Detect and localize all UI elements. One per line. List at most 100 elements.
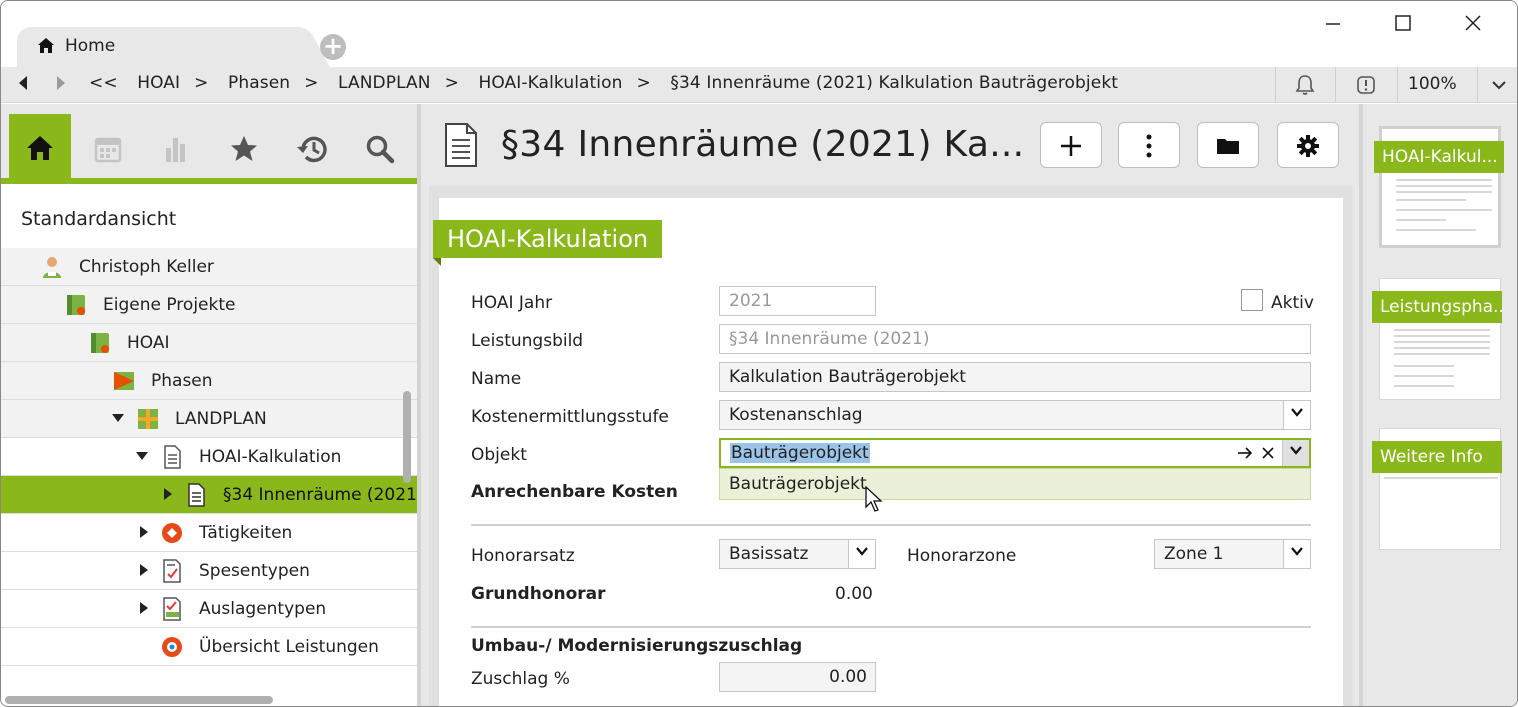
more-menu-button[interactable] bbox=[1477, 67, 1517, 103]
honorarzone-select[interactable]: Zone 1 bbox=[1154, 539, 1311, 569]
breadcrumb-separator: > bbox=[194, 73, 209, 93]
maximize-icon[interactable] bbox=[1388, 11, 1418, 37]
tree-item-spesentypen[interactable]: Spesentypen bbox=[1, 552, 417, 590]
kostenermittlungsstufe-label: Kostenermittlungsstufe bbox=[471, 407, 669, 427]
tree-item-eigene-projekte[interactable]: Eigene Projekte bbox=[1, 286, 417, 324]
tree-item-taetigkeiten[interactable]: Tätigkeiten bbox=[1, 514, 417, 552]
thumbnail-line bbox=[1394, 341, 1490, 343]
tree-item-landplan[interactable]: LANDPLAN bbox=[1, 400, 417, 438]
collapsed-arrow-icon[interactable] bbox=[137, 525, 151, 543]
settings-button[interactable] bbox=[1277, 122, 1339, 168]
forward-arrow-icon[interactable] bbox=[55, 74, 67, 96]
breadcrumb-item-landplan[interactable]: LANDPLAN bbox=[338, 73, 431, 93]
statistics-view-button[interactable] bbox=[145, 114, 207, 178]
honorarsatz-select[interactable]: Basissatz bbox=[719, 539, 876, 569]
thumbnail-label: HOAI-Kalkul... bbox=[1374, 141, 1504, 173]
breadcrumb-back-all[interactable]: << bbox=[89, 73, 118, 93]
breadcrumb-item-hoai-kalkulation[interactable]: HOAI-Kalkulation bbox=[478, 73, 622, 93]
tree-item-label: Auslagentypen bbox=[199, 599, 327, 619]
new-tab-plus-icon[interactable]: + bbox=[320, 34, 346, 60]
tab-home[interactable]: Home bbox=[17, 27, 305, 67]
document-icon bbox=[188, 483, 205, 507]
add-button[interactable] bbox=[1040, 122, 1102, 168]
thumbnail-hoai-kalkulation[interactable]: HOAI-Kalkul... bbox=[1374, 126, 1504, 248]
favorites-view-button[interactable] bbox=[213, 114, 275, 178]
chevron-down-icon[interactable] bbox=[1282, 440, 1309, 466]
alert-icon bbox=[1356, 75, 1376, 100]
tree-item-label: Übersicht Leistungen bbox=[199, 637, 379, 657]
minimize-icon[interactable] bbox=[1318, 11, 1348, 37]
activities-icon bbox=[162, 523, 182, 543]
tree-item-hoai-kalkulation[interactable]: HOAI-Kalkulation bbox=[1, 438, 417, 476]
tree-item-selected-kalkulation[interactable]: §34 Innenräume (2021) Kalkulation Bauträ… bbox=[1, 476, 417, 514]
breadcrumb-item-current[interactable]: §34 Innenräume (2021) Kalkulation Bauträ… bbox=[670, 73, 1118, 93]
section-title: HOAI-Kalkulation bbox=[433, 220, 663, 266]
tree-item-phasen[interactable]: Phasen bbox=[1, 362, 417, 400]
thumbnail-label: Weitere Info bbox=[1372, 441, 1502, 473]
tree-item-label: HOAI bbox=[127, 333, 170, 353]
name-field[interactable]: Kalkulation Bauträgerobjekt bbox=[719, 362, 1311, 392]
title-bar: Home + bbox=[1, 1, 1517, 67]
tab-label: Home bbox=[65, 36, 116, 56]
folder-button[interactable] bbox=[1197, 122, 1259, 168]
collapsed-arrow-icon[interactable] bbox=[161, 487, 175, 505]
tree-item-label: Christoph Keller bbox=[79, 257, 214, 277]
back-arrow-icon[interactable] bbox=[17, 74, 29, 96]
collapsed-arrow-icon[interactable] bbox=[137, 601, 151, 619]
tree-item-christoph-keller[interactable]: Christoph Keller bbox=[1, 248, 417, 286]
thumbnail-line bbox=[1396, 199, 1466, 201]
chevron-down-icon[interactable] bbox=[1283, 401, 1310, 429]
thumbnail-line bbox=[1396, 185, 1492, 187]
more-options-button[interactable] bbox=[1118, 122, 1180, 168]
expanded-arrow-icon[interactable] bbox=[135, 449, 149, 467]
kostenermittlungsstufe-select[interactable]: Kostenanschlag bbox=[719, 400, 1311, 430]
objekt-suggestion-item[interactable]: Bauträgerobjekt bbox=[719, 468, 1311, 500]
star-icon bbox=[231, 136, 257, 161]
tree-vertical-scrollbar[interactable] bbox=[403, 391, 411, 483]
bell-icon bbox=[1295, 74, 1315, 101]
objekt-combobox[interactable]: Bauträgerobjekt bbox=[719, 438, 1311, 468]
thumbnail-leistungsphasen[interactable]: Leistungspha... bbox=[1372, 278, 1502, 400]
chevron-down-icon[interactable] bbox=[848, 540, 875, 568]
expanded-arrow-icon[interactable] bbox=[111, 411, 125, 429]
mouse-cursor-icon bbox=[865, 486, 883, 512]
tree-item-auslagentypen[interactable]: Auslagentypen bbox=[1, 590, 417, 628]
arrow-right-icon[interactable] bbox=[1237, 440, 1253, 466]
info-button[interactable] bbox=[1335, 67, 1397, 103]
honorarzone-label: Honorarzone bbox=[907, 546, 1017, 566]
thumbnail-panel: HOAI-Kalkul... Leistungspha... Weitere I… bbox=[1363, 104, 1517, 706]
hoai-jahr-field[interactable]: 2021 bbox=[719, 286, 876, 316]
aktiv-checkbox[interactable] bbox=[1241, 289, 1263, 311]
calendar-view-button[interactable] bbox=[77, 114, 139, 178]
breadcrumb-bar: << HOAI > Phasen > LANDPLAN > HOAI-Kalkulat… bbox=[1, 67, 1517, 103]
notifications-button[interactable] bbox=[1275, 67, 1335, 103]
vertical-dots-icon bbox=[1146, 134, 1152, 158]
user-icon bbox=[43, 257, 61, 278]
thumbnail-line bbox=[1394, 335, 1490, 337]
view-name[interactable]: Standardansicht bbox=[21, 208, 176, 230]
search-view-button[interactable] bbox=[349, 114, 411, 178]
zoom-level: 100% bbox=[1408, 74, 1457, 94]
leistungsbild-label: Leistungsbild bbox=[471, 331, 584, 351]
plus-icon bbox=[1061, 136, 1081, 156]
history-view-button[interactable] bbox=[281, 114, 343, 178]
breadcrumb-item-phasen[interactable]: Phasen bbox=[228, 73, 290, 93]
expense-check-icon bbox=[163, 597, 181, 621]
tree-horizontal-scrollbar[interactable] bbox=[5, 696, 273, 704]
collapsed-arrow-icon[interactable] bbox=[137, 563, 151, 581]
divider bbox=[471, 626, 1311, 628]
tree-item-label: HOAI-Kalkulation bbox=[199, 447, 342, 467]
chevron-down-icon[interactable] bbox=[1283, 540, 1310, 568]
form-content: HOAI-Kalkulation HOAI Jahr 2021 Aktiv Le… bbox=[429, 186, 1353, 706]
tree-item-uebersicht-leistungen[interactable]: Übersicht Leistungen bbox=[1, 628, 417, 666]
close-icon[interactable] bbox=[1458, 11, 1488, 37]
tree-item-label: §34 Innenräume (2021) Kalkulation Bauträ… bbox=[223, 485, 417, 505]
thumbnail-weitere-info[interactable]: Weitere Info bbox=[1372, 428, 1502, 550]
thumbnail-line bbox=[1396, 179, 1492, 181]
home-view-button[interactable] bbox=[9, 114, 71, 178]
leistungsbild-field[interactable]: §34 Innenräume (2021) bbox=[719, 324, 1311, 354]
tree-item-hoai[interactable]: HOAI bbox=[1, 324, 417, 362]
zuschlag-field[interactable]: 0.00 bbox=[719, 662, 876, 692]
breadcrumb-item-hoai[interactable]: HOAI bbox=[137, 73, 180, 93]
clear-x-icon[interactable] bbox=[1261, 440, 1275, 466]
